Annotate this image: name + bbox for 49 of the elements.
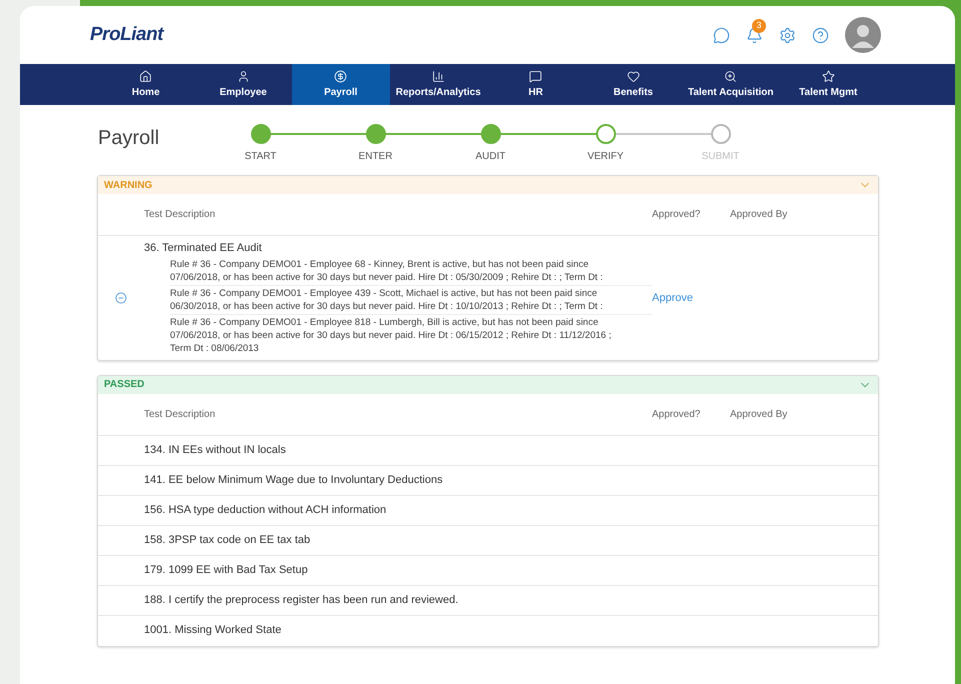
column-header: Approved By	[730, 408, 788, 422]
nav-tab[interactable]: Home	[97, 64, 194, 105]
settings-icon[interactable]	[779, 26, 796, 44]
step-label: START	[244, 150, 276, 164]
bar-chart-icon	[432, 70, 445, 82]
logo[interactable]: ProLiant	[90, 20, 164, 50]
rule-detail: Rule # 36 - Company DEMO01 - Employee 68 - Kinney, Brent is active, but has not been paid since 07/06/2018, or has been active for 30 days but never paid. Hire Dt : 05/30/2009 ; Rehire Dt : ; Term Dt :	[170, 256, 652, 286]
rule-detail: Rule # 36 - Company DEMO01 - Employee 439 - Scott, Michael is active, but has not been paid since 06/30/2018, or has been active for 30 days but never paid. Hire Dt : 10/10/2013 ; Rehire Dt : ; Term Dt :	[170, 286, 652, 314]
column-header: Test Description	[144, 208, 216, 222]
help-icon[interactable]	[812, 26, 829, 44]
nav-tab[interactable]: Reports/Analytics	[390, 64, 487, 105]
chat-icon[interactable]	[713, 26, 730, 44]
collapse-icon[interactable]	[115, 292, 127, 304]
nav-tab[interactable]: HR	[487, 64, 584, 105]
search-icon	[724, 70, 738, 82]
star-icon	[822, 70, 835, 82]
column-header: Approved?	[652, 408, 702, 422]
dollar-icon	[334, 70, 348, 82]
test-description: 36. Terminated EE Audit	[144, 241, 263, 256]
heart-icon	[626, 70, 640, 82]
person-icon	[236, 70, 250, 82]
test-description: 179. 1099 EE with Bad Tax Setup	[144, 562, 309, 578]
test-description: 141. EE below Minimum Wage due to Involuntary Deductions	[144, 472, 444, 488]
nav-tab[interactable]: Talent Acquisition	[682, 64, 780, 105]
home-icon	[139, 70, 152, 82]
test-description: 158. 3PSP tax code on EE tax tab	[144, 532, 312, 548]
step-label: SUBMIT	[702, 150, 740, 164]
column-header: Approved?	[652, 208, 702, 222]
test-description: 1001. Missing Worked State	[144, 623, 282, 638]
section-title: WARNING	[104, 178, 152, 192]
nav-tab[interactable]: Talent Mgmt	[780, 64, 877, 105]
test-description: 156. HSA type deduction without ACH information	[144, 502, 388, 518]
step-label: VERIFY	[587, 150, 624, 164]
section-title: PASSED	[104, 378, 144, 392]
column-header: Approved By	[730, 208, 788, 222]
test-description: 188. I certify the preprocess register has been run and reviewed.	[144, 592, 460, 608]
step-label: ENTER	[358, 150, 392, 164]
notification-badge: 3	[752, 18, 766, 32]
page-title: Payroll	[98, 126, 160, 151]
bell-icon[interactable]	[746, 26, 763, 44]
speech-bubble-icon	[529, 70, 542, 82]
nav-tab[interactable]: Payroll	[292, 64, 390, 105]
avatar[interactable]	[845, 17, 881, 53]
nav-tab[interactable]: Benefits	[584, 64, 682, 105]
nav-tab[interactable]: Employee	[194, 64, 292, 105]
test-description: 134. IN EEs without IN locals	[144, 442, 287, 458]
rule-detail: Rule # 36 - Company DEMO01 - Employee 818 - Lumbergh, Bill is active, but has not been paid since 07/06/2018, or has been active for 30 days but never paid. Hire Dt : 06/15/2012 ; Rehire Dt : 11/12/2016 ; Term Dt : 08/06/2013	[170, 316, 612, 356]
step-label: AUDIT	[476, 150, 506, 164]
column-header: Test Description	[144, 408, 216, 422]
